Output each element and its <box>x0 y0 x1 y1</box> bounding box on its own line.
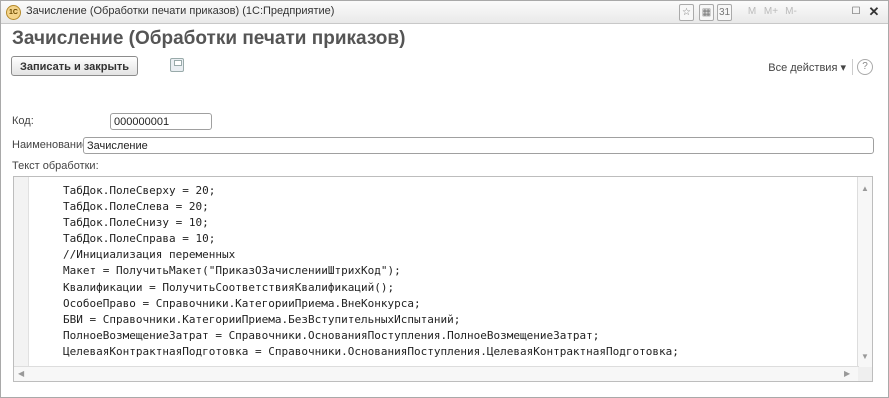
code-label: Код: <box>12 115 34 127</box>
save-and-close-button[interactable]: Записать и закрыть <box>11 56 139 76</box>
all-actions-menu[interactable]: Все действия ▾ <box>768 61 846 74</box>
save-icon[interactable] <box>170 58 184 72</box>
code-line: ТабДок.ПолеСлева = 20; <box>63 200 209 214</box>
code-line: БВИ = Справочники.КатегорииПриема.БезВст… <box>63 312 461 326</box>
code-line: Макет = ПолучитьМакет("ПриказОЗачислении… <box>63 264 401 278</box>
memory-m-button[interactable]: M <box>747 4 757 19</box>
help-icon[interactable]: ? <box>857 59 873 75</box>
code-text[interactable]: ТабДок.ПолеСверху = 20; ТабДок.ПолеСлева… <box>63 183 679 360</box>
title-bar: 1С Зачисление (Обработки печати приказов… <box>1 1 888 24</box>
scroll-up-icon[interactable]: ▲ <box>861 184 869 193</box>
code-line: ТабДок.ПолеСнизу = 10; <box>63 216 209 230</box>
app-1c-icon[interactable]: 1С <box>6 5 21 20</box>
calendar-icon[interactable]: 31 <box>717 4 732 21</box>
code-line: Квалификации = ПолучитьСоответствияКвали… <box>63 280 395 294</box>
close-icon[interactable]: ✕ <box>867 4 881 19</box>
code-line: //Инициализация переменных <box>63 248 236 262</box>
code-line: ТабДок.ПолеСправа = 10; <box>63 232 216 246</box>
scroll-right-icon[interactable]: ▶ <box>844 369 850 378</box>
code-line: ОсобоеПраво = Справочники.КатегорииПрием… <box>63 296 421 310</box>
scroll-left-icon[interactable]: ◀ <box>18 369 24 378</box>
calculator-icon[interactable]: ▦ <box>699 4 714 21</box>
maximize-icon[interactable]: ☐ <box>849 4 863 19</box>
horizontal-scrollbar[interactable]: ◀ ▶ <box>14 366 859 381</box>
editor-gutter <box>14 177 29 367</box>
memory-mminus-button[interactable]: M- <box>783 4 799 19</box>
favorites-icon[interactable]: ☆ <box>679 4 694 21</box>
code-line: ЦелеваяКонтрактнаяПодготовка = Справочни… <box>63 344 679 358</box>
scrollbar-corner <box>858 367 872 381</box>
code-field[interactable]: 000000001 <box>110 113 212 130</box>
memory-mplus-button[interactable]: M+ <box>763 4 779 19</box>
toolbar-divider <box>852 59 853 75</box>
code-line: ПолноеВозмещениеЗатрат = Справочники.Осн… <box>63 328 600 342</box>
vertical-scrollbar[interactable]: ▲ ▼ <box>857 177 872 367</box>
main-window: 1С Зачисление (Обработки печати приказов… <box>0 0 889 398</box>
scroll-down-icon[interactable]: ▼ <box>861 352 869 361</box>
text-label: Текст обработки: <box>12 160 99 172</box>
name-field[interactable]: Зачисление <box>83 137 874 154</box>
code-editor[interactable]: ТабДок.ПолеСверху = 20; ТабДок.ПолеСлева… <box>13 176 873 382</box>
form-title: Зачисление (Обработки печати приказов) <box>12 28 406 49</box>
name-label: Наименование: <box>12 139 92 151</box>
window-title: Зачисление (Обработки печати приказов) (… <box>26 5 335 17</box>
code-line: ТабДок.ПолеСверху = 20; <box>63 184 216 197</box>
